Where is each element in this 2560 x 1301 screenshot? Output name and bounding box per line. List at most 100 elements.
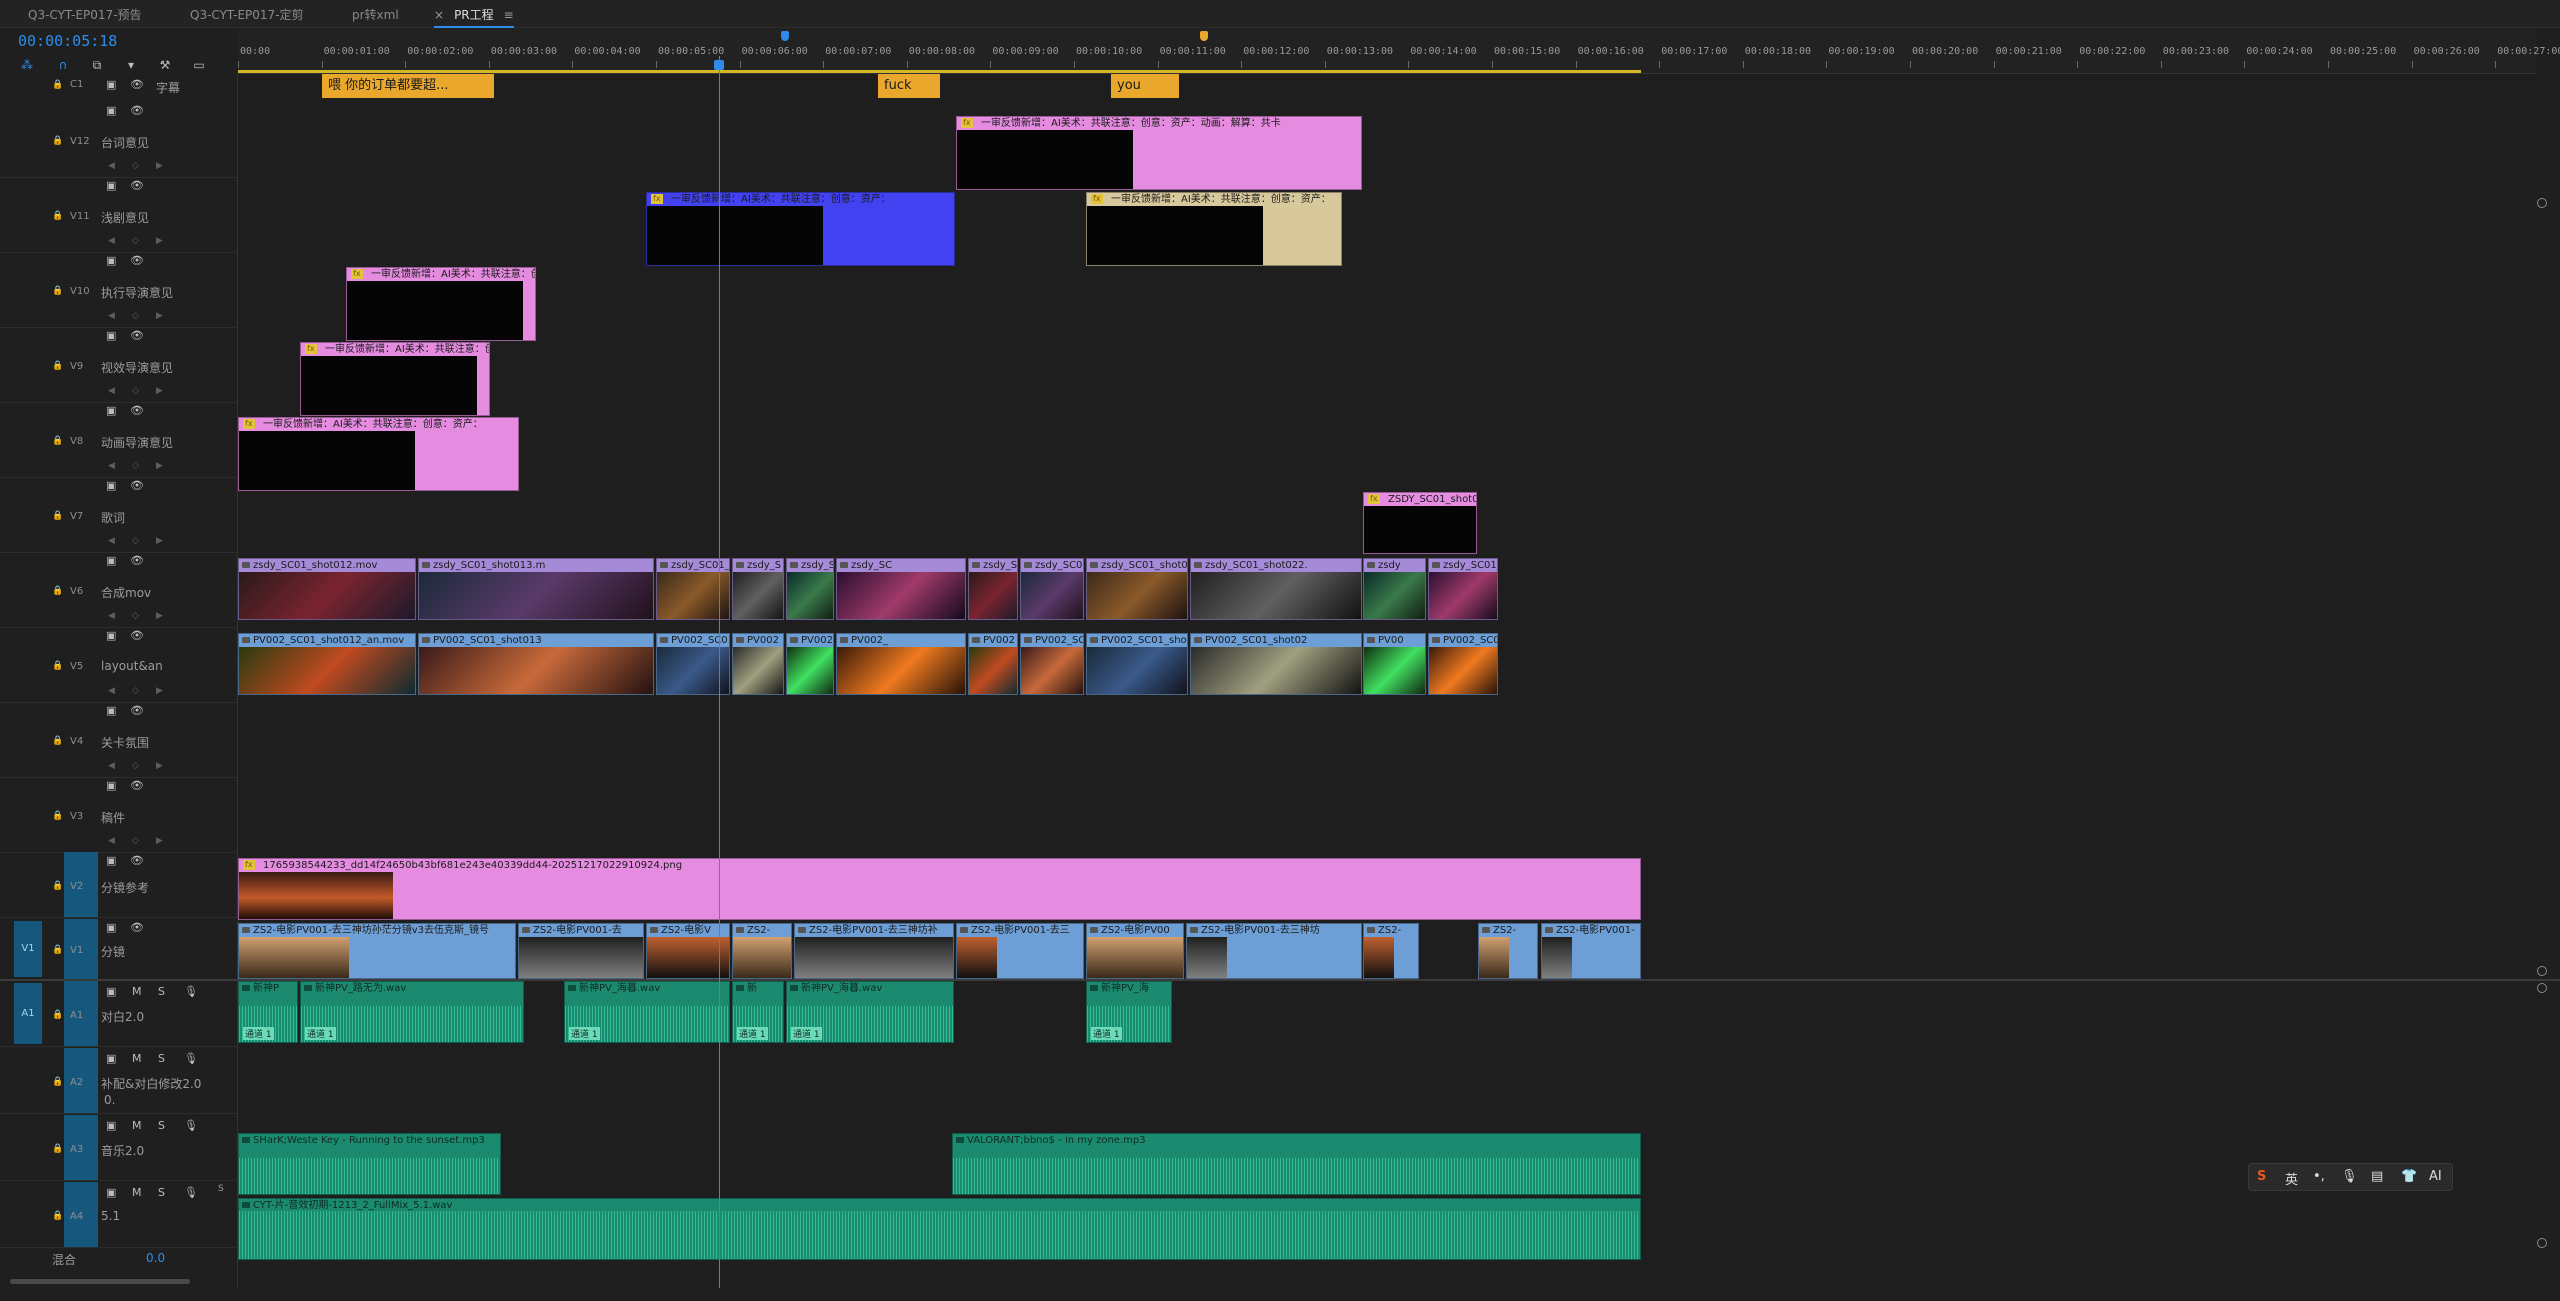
next-keyframe-icon[interactable]: ▶ [156,611,163,621]
marker-blue[interactable] [781,31,789,41]
toggle-output-icon[interactable]: ▣ [106,554,116,567]
eye-icon[interactable]: 👁 [130,78,144,91]
video-clip[interactable]: ZS2-电影PV001-去三神坊补 [794,923,954,979]
prev-keyframe-icon[interactable]: ◀ [108,161,115,171]
skin-icon[interactable]: 👕 [2401,1169,2417,1184]
lock-icon[interactable]: 🔒 [52,881,63,891]
ime-lang-toggle[interactable]: 英 [2285,1169,2298,1188]
video-clip[interactable]: zsdy_S [732,558,784,620]
add-keyframe-icon[interactable]: ◇ [132,536,139,546]
tab-sequence-3[interactable]: pr转xml [352,6,399,23]
video-clip[interactable]: ZS2-电影PV00 [1086,923,1184,979]
lock-icon[interactable]: 🔒 [52,211,63,221]
tab-menu-icon[interactable]: ≡ [504,8,514,22]
lyrics-clip[interactable]: ZSDY_SC01_shot022fx [1363,492,1477,554]
video-clip[interactable]: zsdy_S [968,558,1018,620]
tab-sequence-active[interactable]: × PR工程 ≡ [434,6,514,28]
toggle-output-icon[interactable]: ▣ [106,629,116,642]
video-clip[interactable]: PV002_SC01_sho [1020,633,1084,695]
playhead-line[interactable] [719,56,720,1288]
lock-icon[interactable]: 🔒 [52,811,63,821]
video-clip[interactable]: PV002 [968,633,1018,695]
toggle-output-icon[interactable]: ▣ [106,1186,116,1199]
tab-sequence-1[interactable]: Q3-CYT-EP017-预告 [28,6,142,23]
lock-icon[interactable]: 🔒 [52,1010,63,1020]
eye-icon[interactable]: 👁 [130,854,144,867]
video-clip[interactable]: zsdy_SC01_shot02 [1428,558,1498,620]
lock-icon[interactable]: 🔒 [52,661,63,671]
ime-punct-icon[interactable]: •, [2313,1169,2325,1184]
next-keyframe-icon[interactable]: ▶ [156,836,163,846]
prev-keyframe-icon[interactable]: ◀ [108,761,115,771]
lock-icon[interactable]: 🔒 [52,1211,63,1221]
solo-button[interactable]: S [158,985,165,998]
sfx-clip[interactable]: CYT-片-音效初期-1213_2_FullMix_5.1.wav [238,1198,1641,1260]
video-clip[interactable]: zsdy [1363,558,1426,620]
video-clip[interactable]: zsdy_SC01_shot021.mov [1086,558,1188,620]
video-clip[interactable]: ZS2- [1478,923,1538,979]
video-clip[interactable]: PV002_SC01_shot [1428,633,1498,695]
add-keyframe-icon[interactable]: ◇ [132,611,139,621]
video-clip[interactable]: ZS2-电影PV001-去三 [956,923,1084,979]
video-clip[interactable]: PV002_SC01_shot02 [1190,633,1362,695]
nest-icon[interactable]: ⁂ [18,56,36,74]
lock-icon[interactable]: 🔒 [52,136,63,146]
prev-keyframe-icon[interactable]: ◀ [108,236,115,246]
prev-keyframe-icon[interactable]: ◀ [108,686,115,696]
add-keyframe-icon[interactable]: ◇ [132,761,139,771]
toggle-output-icon[interactable]: ▣ [106,78,116,91]
lock-icon[interactable]: 🔒 [52,80,63,90]
note-clip[interactable]: 一审反馈新增：AI美术：共联注意：创意：资产：fx [300,342,490,416]
video-clip[interactable]: zsdy_SC01_shot012.mov [238,558,416,620]
add-keyframe-icon[interactable]: ◇ [132,161,139,171]
track-area[interactable]: 喂 你的订单都要超... fuck you 一审反馈新增：AI美术：共联注意：创… [238,74,2536,1288]
toggle-output-icon[interactable]: ▣ [106,104,116,117]
add-keyframe-icon[interactable]: ◇ [132,236,139,246]
source-patch[interactable]: A1 [14,983,42,1044]
prev-keyframe-icon[interactable]: ◀ [108,311,115,321]
mix-level-value[interactable]: 0.0 [146,1251,165,1265]
horizontal-scrollbar[interactable] [0,1276,210,1286]
add-keyframe-icon[interactable]: ◇ [132,311,139,321]
mute-button[interactable]: M [132,1052,142,1065]
add-keyframe-icon[interactable]: ◇ [132,386,139,396]
microphone-icon[interactable]: 🎙 [184,1119,198,1132]
solo-button[interactable]: S [158,1186,165,1199]
toggle-output-icon[interactable]: ▣ [106,1119,116,1132]
playhead-timecode[interactable]: 00:00:05:18 [18,32,117,50]
eye-icon[interactable]: 👁 [130,704,144,717]
lock-icon[interactable]: 🔒 [52,945,63,955]
caption-clip[interactable]: fuck [878,74,940,98]
dialogue-clip[interactable]: 新神PV_海暮.wav 通道 1 [564,981,730,1043]
toggle-output-icon[interactable]: ▣ [106,779,116,792]
scroll-handle-icon[interactable] [2537,966,2547,976]
eye-icon[interactable]: 👁 [130,554,144,567]
next-keyframe-icon[interactable]: ▶ [156,536,163,546]
lock-icon[interactable]: 🔒 [52,736,63,746]
track-level-value[interactable]: 0. [104,1093,115,1107]
microphone-icon[interactable]: 🎙 [184,1186,198,1199]
video-clip[interactable]: PV002_SC01_shot013 [418,633,654,695]
next-keyframe-icon[interactable]: ▶ [156,461,163,471]
note-clip[interactable]: 一审反馈新增：AI美术：共联注意：创意：资产：fx [238,417,519,491]
marker-orange[interactable] [1200,31,1208,41]
solo-button[interactable]: S [158,1052,165,1065]
scroll-handle-icon[interactable] [2537,983,2547,993]
video-clip[interactable]: PV002_SC01_shot017 [786,633,834,695]
eye-icon[interactable]: 👁 [130,779,144,792]
eye-icon[interactable]: 👁 [130,104,144,117]
tab-sequence-2[interactable]: Q3-CYT-EP017-定剪 [190,6,304,23]
toggle-output-icon[interactable]: ▣ [106,479,116,492]
source-patch[interactable]: V1 [14,921,42,977]
dialogue-clip[interactable]: 新神PV_海暮.wav 通道 1 [786,981,954,1043]
video-clip[interactable]: PV002 [732,633,784,695]
microphone-icon[interactable]: 🎙 [184,985,198,998]
lock-icon[interactable]: 🔒 [52,586,63,596]
time-ruler[interactable]: 00:00 00:00:01:00 00:00:02:00 00:00:03:00 00… [238,28,2560,74]
lock-icon[interactable]: 🔒 [52,286,63,296]
playhead-handle[interactable] [714,60,724,70]
scroll-handle-icon[interactable] [2537,198,2547,208]
toggle-output-icon[interactable]: ▣ [106,921,116,934]
solo-button[interactable]: S [158,1119,165,1132]
dialogue-clip[interactable]: 新通道 1 [732,981,784,1043]
